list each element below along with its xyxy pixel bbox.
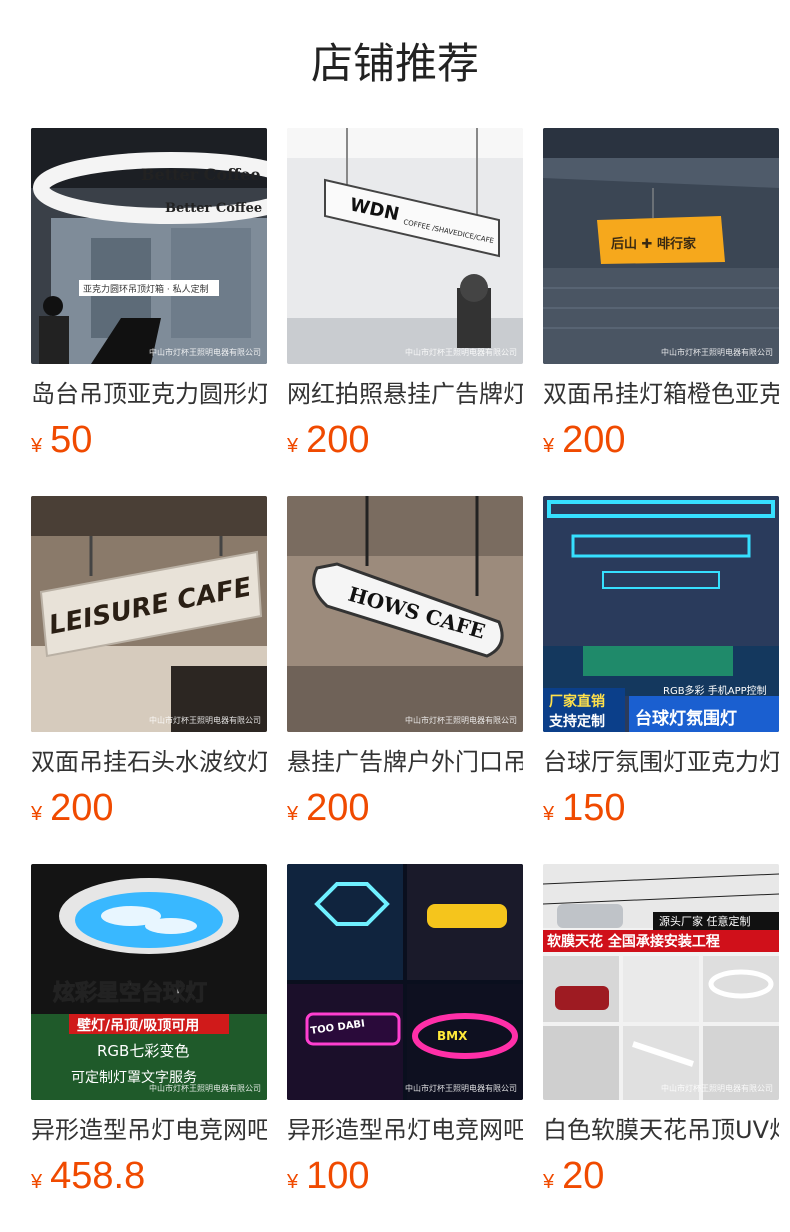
price-value: 20: [562, 1155, 605, 1197]
watermark: 中山市灯杯王照明电器有限公司: [149, 716, 261, 725]
image-text: RGB多彩 手机APP控制: [663, 684, 767, 697]
image-text: 厂家直销: [549, 693, 605, 710]
currency-symbol: ¥: [31, 1171, 43, 1193]
image-text: RGB七彩变色: [97, 1042, 189, 1060]
product-photo: LEISURE CAFE: [31, 496, 267, 732]
product-card[interactable]: WDN COFFEE /SHAVEDICE/CAFE 中山市灯杯王照明电器有限公…: [287, 128, 523, 468]
image-text: Better Coffee: [165, 201, 262, 216]
price-value: 200: [50, 787, 114, 829]
product-image[interactable]: HOWS CAFE 中山市灯杯王照明电器有限公司: [287, 496, 523, 732]
product-name[interactable]: 白色软膜天花吊顶UV灯: [543, 1112, 779, 1148]
image-text: 台球灯氛围灯: [635, 708, 737, 729]
product-card[interactable]: LEISURE CAFE 中山市灯杯王照明电器有限公司 双面吊挂石头水波纹灯箱 …: [31, 496, 267, 836]
product-photo: 炫彩星空台球灯 壁灯/吊顶/吸顶可用 RGB七彩变色 可定制灯罩文字服务: [31, 864, 267, 1100]
product-card[interactable]: TOO DABI BMX 中山市灯杯王照明电器有限公司 异形造型吊灯电竞网吧灯 …: [287, 864, 523, 1204]
product-card[interactable]: Better Coffee Better Coffee 亚克力圆环吊顶灯箱 · …: [31, 128, 267, 468]
product-card[interactable]: HOWS CAFE 中山市灯杯王照明电器有限公司 悬挂广告牌户外门口吊牌 ¥20…: [287, 496, 523, 836]
currency-symbol: ¥: [543, 435, 555, 457]
product-name[interactable]: 岛台吊顶亚克力圆形灯箱: [31, 376, 267, 412]
watermark: 中山市灯杯王照明电器有限公司: [149, 1084, 261, 1093]
product-name[interactable]: 异形造型吊灯电竞网吧灯: [287, 1112, 523, 1148]
image-text: Better Coffee: [141, 165, 261, 184]
product-image[interactable]: 厂家直销 支持定制 RGB多彩 手机APP控制 台球灯氛围灯: [543, 496, 779, 732]
image-text: 亚克力圆环吊顶灯箱 · 私人定制: [83, 283, 209, 295]
product-image[interactable]: WDN COFFEE /SHAVEDICE/CAFE 中山市灯杯王照明电器有限公…: [287, 128, 523, 364]
product-photo: 后山 ✚ 啡行家: [543, 128, 779, 364]
product-card[interactable]: 源头厂家 任意定制 软膜天花 全国承接安装工程 中山市灯杯王照明电器有限公司 白…: [543, 864, 779, 1204]
product-image[interactable]: 后山 ✚ 啡行家 中山市灯杯王照明电器有限公司: [543, 128, 779, 364]
watermark: 中山市灯杯王照明电器有限公司: [405, 716, 517, 725]
image-text: 炫彩星空台球灯: [53, 980, 207, 1006]
price-value: 100: [306, 1155, 370, 1197]
product-photo: HOWS CAFE: [287, 496, 523, 732]
image-text: 壁灯/吊顶/吸顶可用: [77, 1017, 199, 1034]
product-image[interactable]: LEISURE CAFE 中山市灯杯王照明电器有限公司: [31, 496, 267, 732]
watermark: 中山市灯杯王照明电器有限公司: [149, 348, 261, 357]
product-name[interactable]: 台球厅氛围灯亚克力灯箱: [543, 744, 779, 780]
price-value: 200: [306, 419, 370, 461]
product-price: ¥20: [543, 1152, 779, 1200]
image-text: 源头厂家 任意定制: [659, 914, 751, 928]
product-card[interactable]: 厂家直销 支持定制 RGB多彩 手机APP控制 台球灯氛围灯 台球厅氛围灯亚克力…: [543, 496, 779, 836]
product-price: ¥150: [543, 784, 779, 832]
product-name[interactable]: 悬挂广告牌户外门口吊牌: [287, 744, 523, 780]
product-price: ¥200: [287, 784, 523, 832]
product-photo: Better Coffee Better Coffee 亚克力圆环吊顶灯箱 · …: [31, 128, 267, 364]
currency-symbol: ¥: [287, 803, 299, 825]
page-title: 店铺推荐: [310, 39, 479, 88]
currency-symbol: ¥: [543, 1171, 555, 1193]
product-photo: 厂家直销 支持定制 RGB多彩 手机APP控制 台球灯氛围灯: [543, 496, 779, 732]
product-photo: TOO DABI BMX: [287, 864, 523, 1100]
product-image[interactable]: 源头厂家 任意定制 软膜天花 全国承接安装工程 中山市灯杯王照明电器有限公司: [543, 864, 779, 1100]
product-photo: 源头厂家 任意定制 软膜天花 全国承接安装工程: [543, 864, 779, 1100]
price-value: 200: [562, 419, 626, 461]
currency-symbol: ¥: [543, 803, 555, 825]
price-value: 200: [306, 787, 370, 829]
price-value: 458.8: [50, 1155, 146, 1197]
price-value: 150: [562, 787, 626, 829]
product-card[interactable]: 炫彩星空台球灯 壁灯/吊顶/吸顶可用 RGB七彩变色 可定制灯罩文字服务 中山市…: [31, 864, 267, 1204]
product-price: ¥458.8: [31, 1152, 267, 1200]
product-name[interactable]: 双面吊挂石头水波纹灯箱: [31, 744, 267, 780]
product-name[interactable]: 双面吊挂灯箱橙色亚克力: [543, 376, 779, 412]
image-text: BMX: [437, 1029, 468, 1043]
product-price: ¥200: [31, 784, 267, 832]
product-name[interactable]: 网红拍照悬挂广告牌灯箱: [287, 376, 523, 412]
product-image[interactable]: 炫彩星空台球灯 壁灯/吊顶/吸顶可用 RGB七彩变色 可定制灯罩文字服务 中山市…: [31, 864, 267, 1100]
product-price: ¥200: [287, 416, 523, 464]
price-value: 50: [50, 419, 93, 461]
image-text: 软膜天花 全国承接安装工程: [547, 933, 720, 950]
currency-symbol: ¥: [31, 803, 43, 825]
product-price: ¥100: [287, 1152, 523, 1200]
product-photo: WDN COFFEE /SHAVEDICE/CAFE: [287, 128, 523, 364]
image-text: 后山 ✚ 啡行家: [611, 236, 697, 252]
product-card[interactable]: 后山 ✚ 啡行家 中山市灯杯王照明电器有限公司 双面吊挂灯箱橙色亚克力 ¥200: [543, 128, 779, 468]
currency-symbol: ¥: [31, 435, 43, 457]
product-image[interactable]: TOO DABI BMX 中山市灯杯王照明电器有限公司: [287, 864, 523, 1100]
image-text: 支持定制: [548, 713, 605, 730]
watermark: 中山市灯杯王照明电器有限公司: [405, 348, 517, 357]
watermark: 中山市灯杯王照明电器有限公司: [661, 1084, 773, 1093]
currency-symbol: ¥: [287, 1171, 299, 1193]
currency-symbol: ¥: [287, 435, 299, 457]
watermark: 中山市灯杯王照明电器有限公司: [661, 348, 773, 357]
product-image[interactable]: Better Coffee Better Coffee 亚克力圆环吊顶灯箱 · …: [31, 128, 267, 364]
product-price: ¥200: [543, 416, 779, 464]
product-name[interactable]: 异形造型吊灯电竞网吧灯: [31, 1112, 267, 1148]
product-price: ¥50: [31, 416, 267, 464]
watermark: 中山市灯杯王照明电器有限公司: [405, 1084, 517, 1093]
